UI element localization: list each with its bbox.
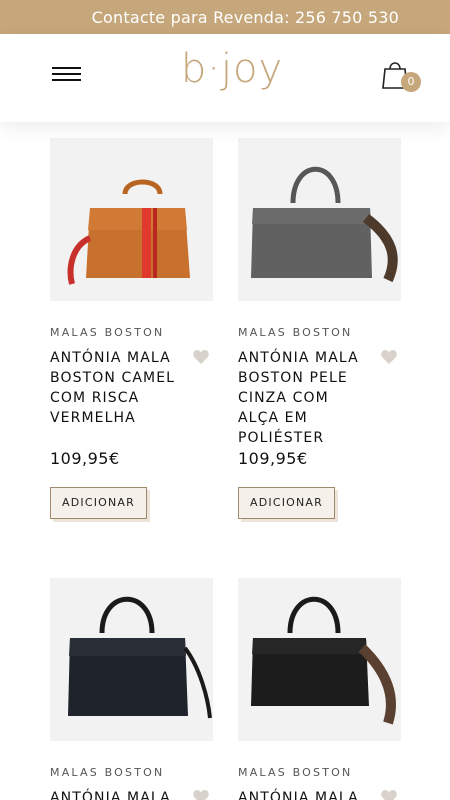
cart-count-badge: 0	[401, 72, 421, 92]
product-category[interactable]: MALAS BOSTON	[238, 326, 352, 339]
product-category[interactable]: MALAS BOSTON	[50, 326, 164, 339]
product-title[interactable]: ANTÓNIA MALA BOSTON PELE CINZA COM ALÇA …	[238, 348, 370, 448]
product-card: MALAS BOSTON ANTÓNIA MALA BOSTON CAMEL C…	[50, 138, 213, 538]
product-price: 109,95€	[50, 449, 120, 468]
product-image[interactable]	[238, 138, 401, 301]
product-image[interactable]	[238, 578, 401, 741]
add-to-cart-button[interactable]: ADICIONAR	[50, 487, 147, 519]
product-image[interactable]	[50, 578, 213, 741]
reseller-contact-bar: Contacte para Revenda: 256 750 530	[0, 0, 450, 34]
site-header: b·joy 0	[0, 34, 450, 122]
hamburger-menu-icon[interactable]	[52, 66, 81, 82]
product-image[interactable]	[50, 138, 213, 301]
product-price: 109,95€	[238, 449, 308, 468]
product-title[interactable]: ANTÓNIA MALA	[50, 788, 182, 800]
heart-icon[interactable]	[381, 350, 397, 364]
heart-icon[interactable]	[193, 350, 209, 364]
product-category[interactable]: MALAS BOSTON	[238, 766, 352, 779]
reseller-contact-text: Contacte para Revenda: 256 750 530	[91, 7, 399, 27]
heart-icon[interactable]	[193, 790, 209, 800]
heart-icon[interactable]	[381, 790, 397, 800]
product-title[interactable]: ANTÓNIA MALA	[238, 788, 370, 800]
product-card: MALAS BOSTON ANTÓNIA MALA	[238, 578, 401, 800]
cart-button[interactable]: 0	[380, 58, 424, 96]
product-title[interactable]: ANTÓNIA MALA BOSTON CAMEL COM RISCA VERM…	[50, 348, 182, 428]
product-card: MALAS BOSTON ANTÓNIA MALA BOSTON PELE CI…	[238, 138, 401, 538]
site-logo[interactable]: b·joy	[180, 46, 284, 92]
product-card: MALAS BOSTON ANTÓNIA MALA	[50, 578, 213, 800]
product-category[interactable]: MALAS BOSTON	[50, 766, 164, 779]
add-to-cart-button[interactable]: ADICIONAR	[238, 487, 335, 519]
